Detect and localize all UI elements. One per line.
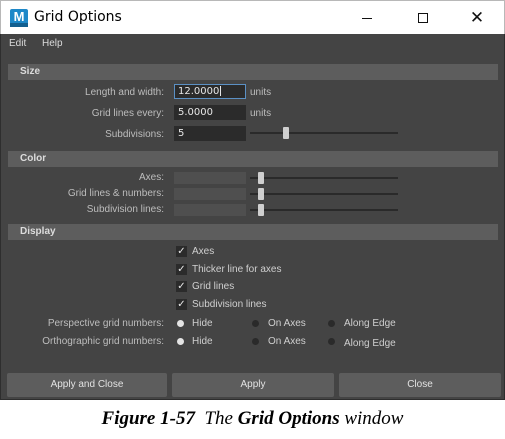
- grid-lines-every-label: Grid lines every:: [91, 108, 164, 119]
- caption-the: The: [204, 408, 233, 429]
- orthographic-hide-radio[interactable]: [177, 338, 184, 345]
- length-width-label: Length and width:: [85, 87, 164, 98]
- subdivisions-slider-handle[interactable]: [282, 127, 289, 139]
- close-window-button[interactable]: ✕: [454, 1, 500, 35]
- gridlines-color-swatch[interactable]: [174, 188, 246, 200]
- figure-caption: Figure 1-57 The Grid Options window: [0, 408, 505, 430]
- subdivision-color-slider[interactable]: [250, 209, 398, 211]
- orthographic-on-axes-label: On Axes: [268, 336, 306, 347]
- axes-checkbox[interactable]: ✓: [176, 246, 187, 257]
- perspective-along-edge-label: Along Edge: [344, 318, 396, 329]
- subdivision-lines-checkbox[interactable]: ✓: [176, 299, 187, 310]
- length-units-label: units: [250, 87, 272, 98]
- grid-lines-every-field[interactable]: 5.0000: [174, 105, 246, 120]
- subdivision-color-swatch[interactable]: [174, 204, 246, 216]
- grid-lines-units-label: units: [250, 108, 272, 119]
- apply-button[interactable]: Apply: [172, 373, 334, 397]
- maximize-icon: [418, 13, 428, 23]
- apply-and-close-button[interactable]: Apply and Close: [7, 373, 167, 397]
- section-size-header[interactable]: Size: [8, 64, 498, 80]
- perspective-on-axes-radio[interactable]: [252, 320, 259, 327]
- caption-suffix: window: [344, 408, 404, 429]
- close-icon: ✕: [469, 7, 485, 28]
- gridlines-color-slider-handle[interactable]: [258, 188, 264, 200]
- perspective-grid-numbers-label: Perspective grid numbers:: [47, 318, 164, 329]
- orthographic-along-edge-radio[interactable]: [328, 338, 335, 345]
- gridlines-color-label: Grid lines & numbers:: [67, 188, 164, 199]
- length-width-value: 12.0000: [178, 86, 220, 97]
- figure-number: Figure 1-57: [101, 408, 195, 429]
- thicker-axes-checkbox[interactable]: ✓: [176, 264, 187, 275]
- grid-lines-checkbox[interactable]: ✓: [176, 281, 187, 292]
- grid-options-panel: Edit Help Size Length and width: 12.0000…: [0, 34, 505, 400]
- axes-color-label: Axes:: [138, 172, 164, 183]
- maya-app-icon: M: [10, 9, 28, 27]
- text-caret: [220, 86, 222, 96]
- app-icon-letter: M: [13, 9, 25, 24]
- orthographic-along-edge-label: Along Edge: [344, 338, 396, 349]
- window-title: Grid Options: [34, 9, 122, 25]
- axes-color-swatch[interactable]: [174, 172, 246, 184]
- section-display-header[interactable]: Display: [8, 224, 498, 240]
- axes-color-slider[interactable]: [250, 177, 398, 179]
- orthographic-hide-label: Hide: [192, 336, 213, 347]
- subdivision-lines-checkbox-label: Subdivision lines: [192, 299, 267, 310]
- axes-checkbox-label: Axes: [192, 246, 215, 257]
- minimize-button[interactable]: [344, 1, 390, 35]
- axes-color-slider-handle[interactable]: [258, 172, 264, 184]
- orthographic-on-axes-radio[interactable]: [252, 338, 259, 345]
- gridlines-color-slider[interactable]: [250, 193, 398, 195]
- close-button[interactable]: Close: [339, 373, 501, 397]
- caption-window-name: Grid Options: [237, 408, 340, 429]
- minimize-icon: [362, 17, 372, 19]
- perspective-hide-radio[interactable]: [177, 320, 184, 327]
- maximize-button[interactable]: [400, 1, 446, 35]
- orthographic-grid-numbers-label: Orthographic grid numbers:: [42, 336, 164, 347]
- length-width-field[interactable]: 12.0000: [174, 84, 246, 99]
- perspective-along-edge-radio[interactable]: [328, 320, 335, 327]
- subdivisions-slider[interactable]: [250, 132, 398, 134]
- subdivisions-label: Subdivisions:: [105, 129, 164, 140]
- menu-help[interactable]: Help: [42, 38, 63, 49]
- grid-lines-checkbox-label: Grid lines: [192, 281, 235, 292]
- subdivisions-field[interactable]: 5: [174, 126, 246, 141]
- title-bar: M Grid Options ✕: [0, 0, 505, 34]
- thicker-axes-checkbox-label: Thicker line for axes: [192, 264, 282, 275]
- section-color-header[interactable]: Color: [8, 151, 498, 167]
- perspective-hide-label: Hide: [192, 318, 213, 329]
- subdivision-color-label: Subdivision lines:: [86, 204, 164, 215]
- perspective-on-axes-label: On Axes: [268, 318, 306, 329]
- subdivision-color-slider-handle[interactable]: [258, 204, 264, 216]
- menu-edit[interactable]: Edit: [9, 38, 26, 49]
- menu-bar: Edit Help: [1, 34, 504, 54]
